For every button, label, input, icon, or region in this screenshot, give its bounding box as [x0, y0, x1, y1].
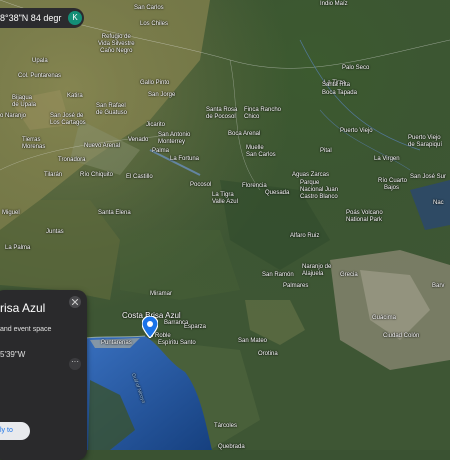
place-label-guacima: Guácima [372, 315, 397, 321]
place-label-bijagua: Bijagua de Upala [12, 95, 37, 108]
place-label-boca-arenal: Boca Arenal [228, 131, 261, 137]
place-label-upala: Upala [32, 58, 48, 64]
place-label-los-chiles: Los Chiles [140, 21, 169, 27]
place-label-san-ramon: San Ramón [262, 272, 294, 278]
place-label-puerto-sarapiqui: Puerto Viejo de Sarapiquí [408, 135, 443, 148]
place-label-col-puntarenas: Col. Puntarenas [18, 73, 62, 79]
place-label-san-jose-sur: San José Sur [410, 174, 447, 180]
place-label-palma: Palma [152, 148, 170, 154]
place-panel[interactable]: risa Azul and event space 5'39"W ··· ly … [0, 290, 87, 460]
fly-to-label: ly to [0, 427, 13, 434]
place-label-poas: Poás Volcano National Park [346, 210, 383, 223]
place-label-quesada: Quesada [265, 190, 290, 196]
place-label-san-jorge: San Jorge [148, 92, 176, 98]
place-label-el-castillo: El Castillo [126, 174, 153, 180]
place-label-san-antonio: San Antonio Monterrey [158, 132, 191, 145]
coordinates-text: 8°38"N 84 degr [0, 13, 62, 23]
place-label-katira: Katira [67, 93, 83, 99]
place-label-guatuso: San Rafael de Guatuso [96, 103, 128, 116]
place-label-puerto-viejo: Puerto Viejo [340, 128, 373, 134]
place-label-orotina: Orotina [258, 351, 278, 357]
place-label-grecia: Grecia [340, 272, 358, 278]
place-label-la-fortuna: La Fortuna [170, 156, 200, 162]
place-label-finca-rancho: Finca Rancho Chico [244, 107, 282, 120]
place-label-tierras-morenas: Tierras Morenas [22, 137, 46, 150]
place-label-ciudad-colon: Ciudad Colón [383, 333, 420, 339]
place-label-pital: Pital [320, 148, 332, 154]
place-label-barva: Barv [432, 283, 445, 289]
place-label-esparza: Esparza [184, 324, 207, 330]
place-label-palo-seco: Palo Seco [342, 65, 370, 71]
coordinates-bar[interactable]: 8°38"N 84 degr K [0, 8, 84, 28]
place-label-refugio: Refugio de Vida Silvestre Caño Negro [98, 34, 135, 54]
close-icon[interactable] [69, 296, 81, 308]
map-pin-icon[interactable] [141, 315, 159, 339]
place-label-naranjo-alajuela: Naranjo de Alajuela [302, 264, 332, 277]
place-label-san-carlos-top: San Carlos [134, 5, 164, 11]
fly-to-button[interactable]: ly to [0, 422, 30, 440]
place-label-gallo-pinto: Gallo Pinto [140, 80, 170, 86]
place-label-nac: Nac [433, 200, 444, 206]
place-label-tilaran: Tilarán [44, 172, 63, 178]
place-label-tronadora: Tronadora [58, 157, 86, 163]
place-label-la-virgen: La Virgen [374, 156, 400, 162]
place-label-jicarito: Jicarito [146, 122, 166, 128]
place-label-aguas-zarcas: Aguas Zarcas [292, 172, 330, 178]
place-label-santa-rosa: Santa Rosa de Pocosol [206, 107, 238, 120]
place-label-palmares: Palmares [283, 283, 309, 289]
place-label-espiritu-santo: Espíritu Santo [158, 340, 196, 346]
place-subtitle: and event space [0, 326, 52, 333]
place-coordinates: 5'39"W [0, 350, 26, 359]
place-label-pocosol: Pocosol [190, 182, 212, 188]
place-label-indio-maiz: Indio Maíz [320, 1, 348, 7]
place-label-santa-rita: Santa Rita [322, 82, 351, 88]
place-label-santa-elena: Santa Elena [98, 210, 131, 216]
place-label-bajos: Bajos [384, 185, 400, 191]
place-label-venado: Venado [128, 137, 149, 143]
place-label-miguel: Miguel [2, 210, 20, 216]
place-label-juntas: Juntas [46, 229, 64, 235]
place-label-rio-cuarto: Río Cuarto [378, 178, 408, 184]
place-label-florencia: Florencia [242, 183, 267, 189]
place-label-valle-azul: Valle Azul [212, 199, 238, 205]
place-label-la-tigra: La Tigra [212, 192, 234, 198]
place-label-los-cartagos: San José de Los Cartagos [50, 113, 86, 126]
more-options-icon[interactable]: ··· [69, 358, 81, 370]
place-label-miramar: Miramar [150, 291, 172, 297]
place-label-muelle: Muelle San Carlos [246, 145, 276, 158]
place-label-rio-chiquito: Río Chiquito [80, 172, 114, 178]
place-label-alfaro-ruiz: Alfaro Ruiz [290, 233, 320, 239]
place-label-naranjo: o Naranjo [0, 113, 27, 119]
place-label-la-palma: La Palma [5, 245, 31, 251]
top-strip: 2 [0, 0, 40, 15]
place-label-parque-juan-castro: Parque Nacional Juan Castro Blanco [300, 180, 339, 200]
place-label-puntarenas: Puntarenas [101, 340, 132, 346]
place-label-boca-tapada: Boca Tapada [322, 90, 357, 96]
avatar[interactable]: K [68, 11, 82, 25]
place-title: risa Azul [0, 301, 46, 315]
place-label-nuevo-arenal: Nuevo Arenal [84, 143, 121, 149]
place-label-san-mateo: San Mateo [238, 338, 268, 344]
place-label-tarcoles: Tárcoles [214, 423, 238, 429]
